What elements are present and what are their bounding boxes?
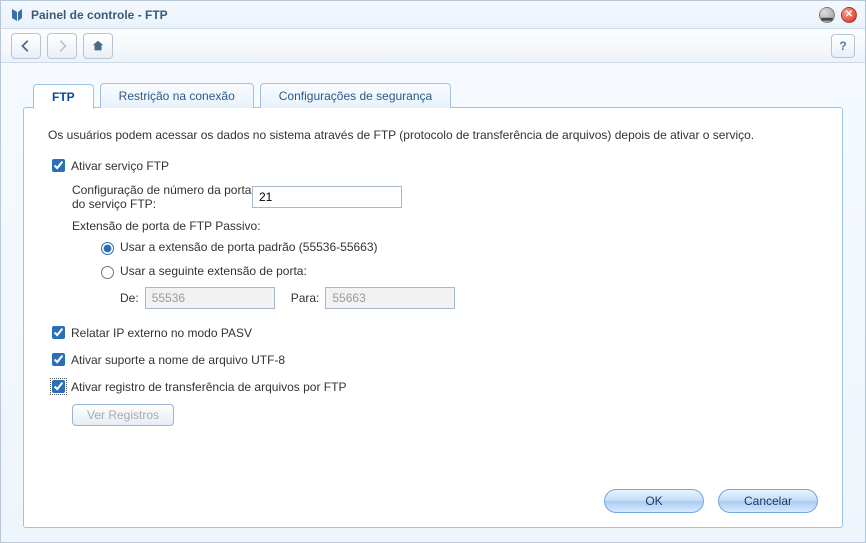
passive-label: Extensão de porta de FTP Passivo: [48,219,818,233]
port-input[interactable] [252,186,402,208]
radio-default-range[interactable] [101,242,114,255]
help-button[interactable]: ? [831,34,855,58]
row-log: Ativar registro de transferência de arqu… [48,377,818,396]
tab-restriction[interactable]: Restrição na conexão [100,83,254,108]
help-icon: ? [839,39,846,53]
range-from-input[interactable] [145,287,275,309]
row-viewlog: Ver Registros [48,404,818,426]
tab-panel-ftp: Os usuários podem acessar os dados no si… [23,107,843,528]
enable-service-label[interactable]: Ativar serviço FTP [71,159,169,173]
cancel-button[interactable]: Cancelar [718,489,818,513]
row-range-inputs: De: Para: [48,287,818,309]
window-title: Painel de controle - FTP [31,8,813,22]
row-radio-custom: Usar a seguinte extensão de porta: [48,263,818,279]
log-label[interactable]: Ativar registro de transferência de arqu… [71,380,346,394]
home-button[interactable] [83,33,113,59]
row-radio-default: Usar a extensão de porta padrão (55536-5… [48,239,818,255]
utf8-label[interactable]: Ativar suporte a nome de arquivo UTF-8 [71,353,285,367]
view-log-button[interactable]: Ver Registros [72,404,174,426]
row-pasv: Relatar IP externo no modo PASV [48,323,818,342]
log-checkbox[interactable] [52,380,65,393]
content-area: FTP Restrição na conexão Configurações d… [1,63,865,542]
range-to-input[interactable] [325,287,455,309]
range-from-label: De: [120,291,139,305]
description-text: Os usuários podem acessar os dados no si… [48,126,818,144]
window-root: Painel de controle - FTP ✕ ? FTP Restriç… [0,0,866,543]
radio-custom-label[interactable]: Usar a seguinte extensão de porta: [120,264,307,278]
close-button[interactable]: ✕ [841,7,857,23]
tab-ftp[interactable]: FTP [33,84,94,109]
back-button[interactable] [11,33,41,59]
tab-strip: FTP Restrição na conexão Configurações d… [33,83,843,108]
home-icon [91,39,105,53]
pasv-label[interactable]: Relatar IP externo no modo PASV [71,326,252,340]
utf8-checkbox[interactable] [52,353,65,366]
minimize-button[interactable] [819,7,835,23]
row-port: Configuração de número da porta do servi… [48,183,818,211]
arrow-left-icon [19,39,33,53]
pasv-checkbox[interactable] [52,326,65,339]
arrow-right-icon [55,39,69,53]
toolbar: ? [1,29,865,63]
port-label: Configuração de número da porta do servi… [72,183,252,211]
tab-security[interactable]: Configurações de segurança [260,83,451,108]
radio-custom-range[interactable] [101,266,114,279]
forward-button[interactable] [47,33,77,59]
titlebar: Painel de controle - FTP ✕ [1,1,865,29]
footer-buttons: OK Cancelar [48,477,818,513]
ok-button[interactable]: OK [604,489,704,513]
app-icon [9,7,25,23]
row-utf8: Ativar suporte a nome de arquivo UTF-8 [48,350,818,369]
row-enable-service: Ativar serviço FTP [48,156,818,175]
range-to-label: Para: [291,291,320,305]
enable-service-checkbox[interactable] [52,159,65,172]
radio-default-label[interactable]: Usar a extensão de porta padrão (55536-5… [120,240,378,254]
